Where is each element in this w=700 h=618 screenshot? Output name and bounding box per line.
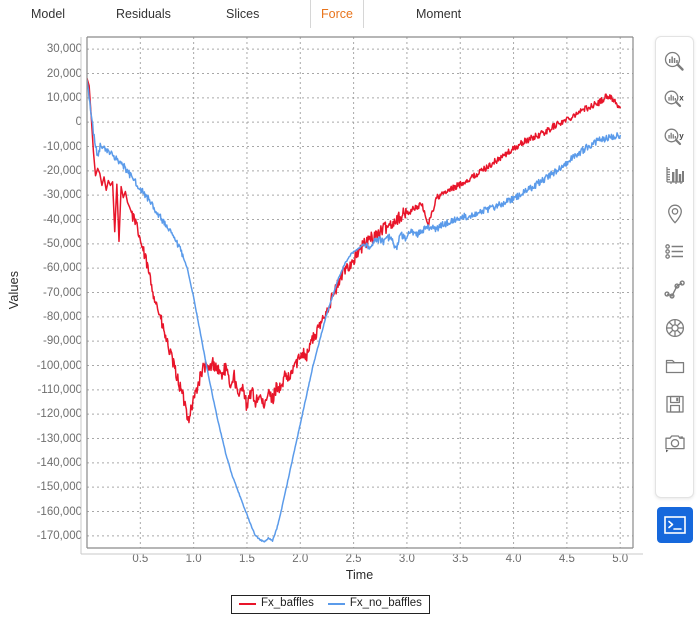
zoom-icon [664, 51, 684, 71]
map-pin-button[interactable] [656, 195, 693, 233]
legend-item[interactable]: Fx_baffles [239, 598, 314, 610]
tab-label: Slices [226, 7, 260, 21]
tab-label: Model [31, 7, 66, 21]
bar-chart-axes-icon [665, 167, 684, 184]
plot-area: Values 30,000 20,000 10,000 0 -10,000 -20,000… [0, 28, 648, 590]
force-plot-window: Model Residuals Slices Force Moment Values 3… [0, 0, 700, 618]
zoom-x-button[interactable]: x [656, 81, 693, 119]
folder-button[interactable] [656, 347, 693, 385]
svg-text:y: y [679, 132, 684, 141]
target-icon [665, 318, 684, 338]
camera-icon [664, 435, 685, 453]
target-button[interactable] [656, 309, 693, 347]
list-icon [664, 244, 683, 259]
legend-item[interactable]: Fx_no_baffles [327, 597, 422, 610]
chart-legend: Fx_baffles Fx_no_baffles [231, 595, 430, 614]
tab-moment[interactable]: Moment [405, 0, 472, 28]
zoom-button[interactable] [656, 43, 693, 81]
grid-lines [87, 37, 633, 548]
list-button[interactable] [656, 233, 693, 271]
tab-model[interactable]: Model [20, 0, 76, 28]
tab-label: Moment [416, 7, 462, 21]
save-floppy-icon [665, 395, 684, 413]
terminal-button[interactable] [657, 507, 693, 543]
tab-bar: Model Residuals Slices Force Moment [0, 0, 700, 28]
tab-slices[interactable]: Slices [215, 0, 270, 28]
legend-label: Fx_no_baffles [349, 597, 422, 610]
chart-toolbar: x y [655, 36, 694, 498]
camera-button[interactable] [656, 423, 693, 461]
chart-canvas[interactable] [0, 28, 648, 590]
zoom-x-icon: x [664, 90, 684, 108]
save-floppy-button[interactable] [656, 385, 693, 423]
folder-icon [665, 359, 684, 374]
series-line-Fx_baffles [87, 77, 621, 424]
legend-swatch [327, 603, 345, 605]
tab-label: Force [321, 7, 353, 21]
svg-text:x: x [679, 94, 684, 103]
legend-label: Fx_baffles [261, 597, 314, 610]
tab-label: Residuals [116, 7, 171, 21]
legend-swatch [239, 603, 256, 605]
axis-frame [80, 36, 643, 555]
zoom-y-button[interactable]: y [656, 119, 693, 157]
terminal-icon [664, 516, 686, 534]
line-chart-icon [663, 280, 685, 299]
zoom-y-icon: y [664, 128, 684, 146]
bar-chart-axes-button[interactable] [656, 157, 693, 195]
tab-force[interactable]: Force [310, 0, 364, 28]
tab-residuals[interactable]: Residuals [105, 0, 182, 28]
map-pin-icon [667, 204, 682, 224]
line-chart-button[interactable] [656, 271, 693, 309]
